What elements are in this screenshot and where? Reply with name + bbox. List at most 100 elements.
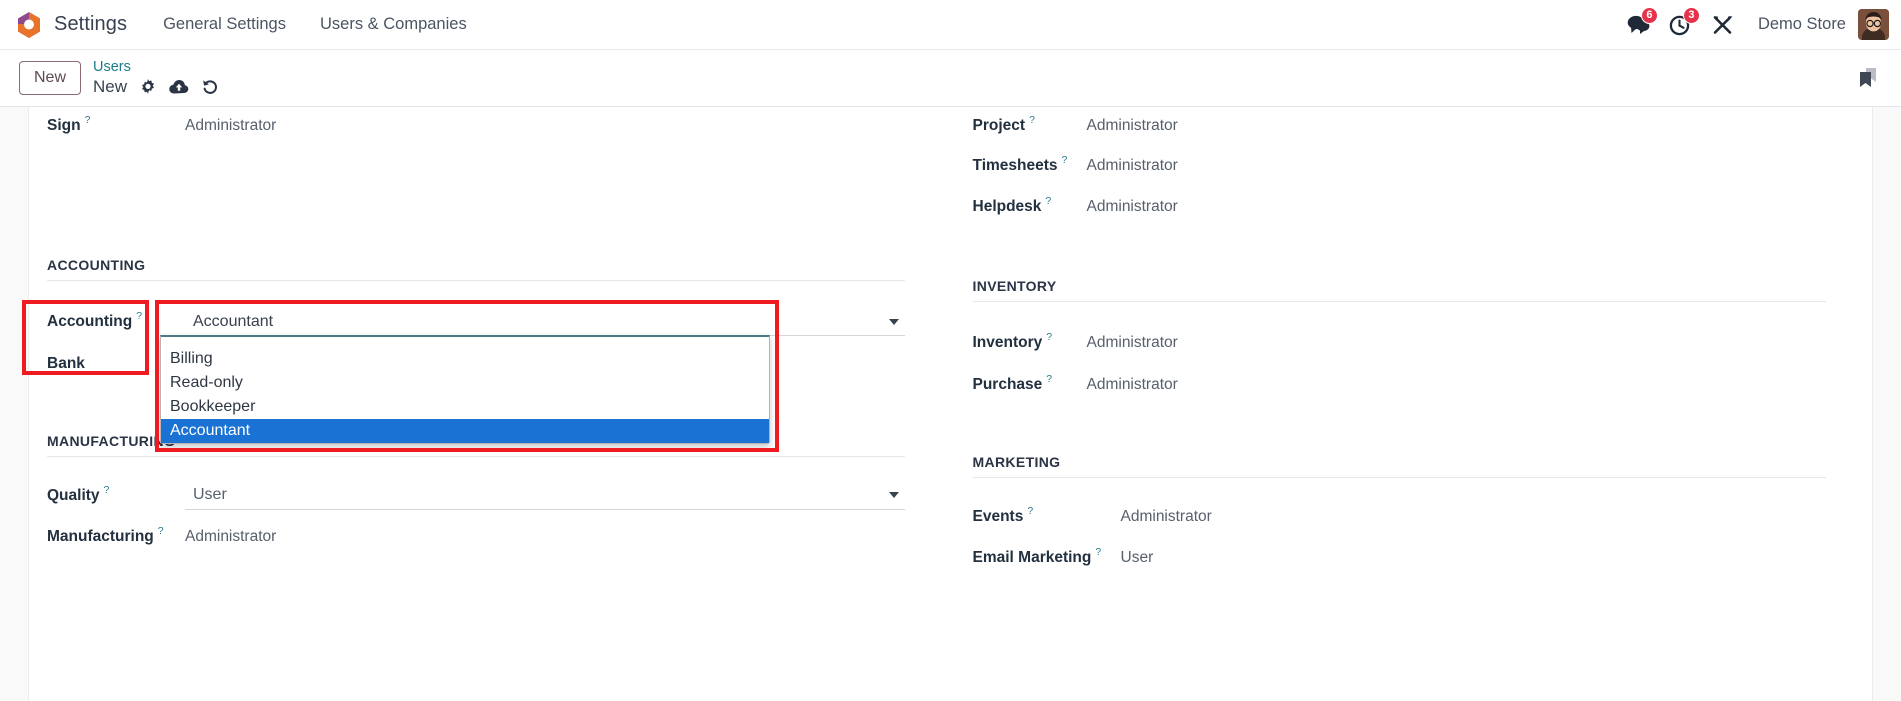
form-sheet: Sign ? Administrator ACCOUNTING Accounti… [28,107,1873,701]
label-text: Project [972,117,1026,134]
label-text: Purchase [972,376,1043,393]
help-tooltip-icon[interactable]: ? [85,114,91,126]
help-tooltip-icon[interactable]: ? [1027,505,1033,517]
field-label-project: Project ? [972,114,1087,135]
dropdown-option[interactable]: Bookkeeper [161,395,769,419]
field-label-inventory: Inventory ? [972,331,1087,352]
field-row-project: Project ? Administrator [973,107,1827,145]
undo-icon[interactable] [202,79,219,95]
field-row-quality: Quality ? User [47,475,905,516]
help-tooltip-icon[interactable]: ? [104,484,110,496]
breadcrumb-item-users[interactable]: Users [93,59,219,76]
label-text: Email Marketing [972,548,1092,566]
quality-select-value: User [193,486,227,503]
top-navbar: Settings General Settings Users & Compan… [0,0,1901,50]
field-value-events[interactable]: Administrator [1121,508,1212,526]
help-tooltip-icon[interactable]: ? [158,525,164,537]
right-spacer [973,227,1827,278]
help-tooltip-icon[interactable]: ? [1046,373,1052,385]
nav-item-general-settings[interactable]: General Settings [163,15,286,34]
label-text: Quality [47,486,100,504]
avatar[interactable] [1858,9,1889,40]
field-row-purchase: Purchase ? Administrator [973,364,1827,406]
company-switcher[interactable]: Demo Store [1758,15,1846,34]
help-tooltip-icon[interactable]: ? [1095,546,1101,558]
help-tooltip-icon[interactable]: ? [1045,195,1051,207]
field-value-purchase[interactable]: Administrator [1087,376,1178,394]
field-row-helpdesk: Helpdesk ? Administrator [973,186,1827,227]
wrench-screwdriver-icon [1713,15,1733,34]
odoo-logo-icon[interactable] [16,11,42,39]
field-label-email-marketing: Email Marketing ? [972,546,1121,567]
bookmark-icon[interactable] [1857,66,1879,90]
field-value-timesheets[interactable]: Administrator [1087,157,1178,175]
label-text: Inventory [972,334,1043,351]
field-label-quality: Quality ? [47,484,185,505]
cloud-upload-icon[interactable] [169,79,189,95]
field-value-inventory[interactable]: Administrator [1087,334,1178,352]
breadcrumb: Users New [93,59,219,96]
label-text: Accounting [47,313,133,330]
chevron-down-icon [888,318,899,325]
field-label-helpdesk: Helpdesk ? [972,195,1087,216]
accounting-select[interactable]: Accountant [185,308,905,336]
messages-badge: 6 [1640,6,1658,24]
label-text: Events [972,507,1024,525]
field-value-email-marketing[interactable]: User [1121,549,1154,567]
label-text: Timesheets [972,156,1058,174]
form-column-right: Project ? Administrator Timesheets ? Adm… [951,107,1873,578]
field-row-sign: Sign ? Administrator [47,107,905,145]
field-label-timesheets: Timesheets ? [972,154,1087,175]
label-text: Helpdesk [972,197,1042,215]
field-value-sign[interactable]: Administrator [185,117,276,135]
breadcrumb-current: New [93,77,128,97]
label-text: Manufacturing [47,527,154,545]
quality-select[interactable]: User [185,482,905,510]
field-row-timesheets: Timesheets ? Administrator [973,145,1827,186]
app-name[interactable]: Settings [54,13,127,36]
label-text: Bank [47,355,85,372]
left-spacer [47,145,905,257]
help-tooltip-icon[interactable]: ? [1046,331,1052,343]
breadcrumb-current-row: New [93,77,219,97]
field-value-project[interactable]: Administrator [1087,117,1178,135]
dropdown-option[interactable]: Read-only [161,371,769,395]
field-row-inventory: Inventory ? Administrator [973,322,1827,364]
field-value-helpdesk[interactable]: Administrator [1087,198,1178,216]
field-row-events: Events ? Administrator [973,496,1827,537]
field-label-sign: Sign ? [47,114,185,135]
dropdown-option[interactable]: Accountant [161,419,769,443]
help-tooltip-icon[interactable]: ? [1062,154,1068,166]
form-sheet-area: Sign ? Administrator ACCOUNTING Accounti… [0,107,1901,701]
field-label-events: Events ? [972,505,1121,526]
field-value-manufacturing[interactable]: Administrator [185,528,276,546]
nav-item-users-and-companies[interactable]: Users & Companies [320,15,467,34]
messages-button[interactable]: 6 [1618,3,1660,47]
new-button[interactable]: New [19,61,82,95]
activities-badge: 3 [1682,6,1700,24]
field-label-accounting: Accounting ? [47,310,185,331]
activities-button[interactable]: 3 [1660,3,1702,47]
navbar-right-group: 6 3 Demo Store [1618,3,1889,47]
help-tooltip-icon[interactable]: ? [136,310,142,322]
field-label-manufacturing: Manufacturing ? [47,525,185,546]
section-title-marketing: MARKETING [972,454,1826,478]
help-tooltip-icon[interactable]: ? [1029,114,1035,126]
accounting-select-value: Accountant [193,312,274,330]
gear-icon[interactable] [140,78,156,95]
debug-tools-button[interactable] [1702,3,1744,47]
dropdown-option[interactable]: Billing [161,347,769,371]
field-row-email-marketing: Email Marketing ? User [973,537,1827,578]
field-row-manufacturing: Manufacturing ? Administrator [47,516,905,557]
section-title-inventory: INVENTORY [972,278,1826,302]
control-panel: New Users New [0,50,1901,107]
chevron-down-icon [888,492,899,498]
section-title-accounting: ACCOUNTING [47,257,905,281]
accounting-dropdown-list[interactable]: Billing Read-only Bookkeeper Accountant [160,335,770,444]
field-label-purchase: Purchase ? [972,373,1087,394]
